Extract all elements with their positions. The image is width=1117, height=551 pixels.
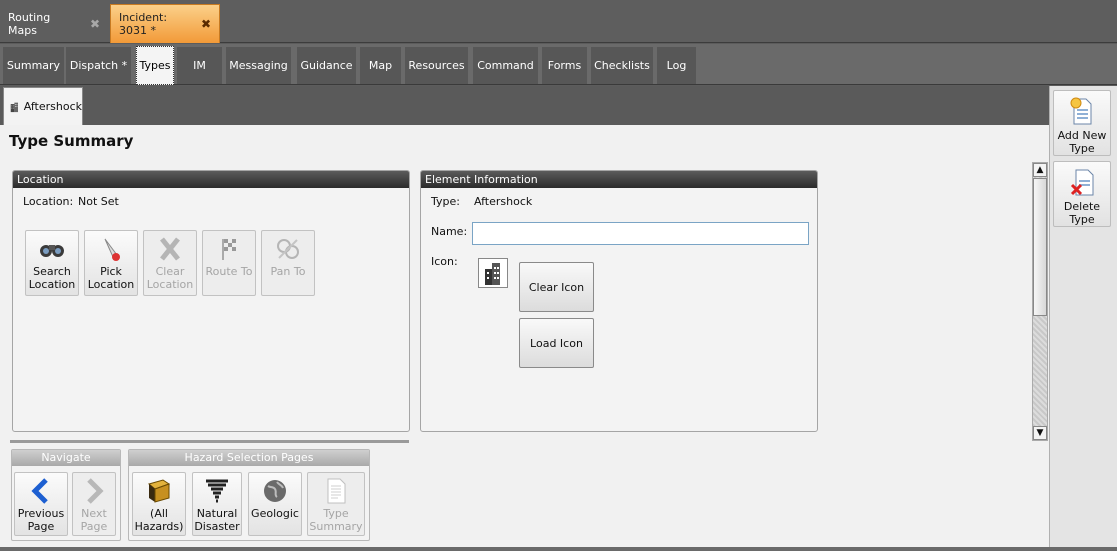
- pan-icon: [277, 239, 299, 259]
- clear-icon-button[interactable]: Clear Icon: [519, 262, 594, 312]
- name-field[interactable]: [472, 222, 809, 245]
- location-panel-header: Location: [13, 171, 409, 188]
- tab-map[interactable]: Map: [360, 47, 402, 84]
- geologic-label: Geologic: [251, 507, 299, 520]
- natural-disaster-button[interactable]: Natural Disaster: [192, 472, 242, 536]
- type-summary-button[interactable]: Type Summary: [307, 472, 365, 536]
- type-tab-label: Aftershock: [23, 100, 82, 113]
- element-information-panel: Element Information Type: Aftershock Nam…: [420, 170, 818, 432]
- close-icon[interactable]: ✖: [201, 17, 211, 31]
- tab-messaging[interactable]: Messaging: [226, 47, 292, 84]
- search-location-label: Search Location: [28, 265, 76, 291]
- globe-icon: [264, 480, 286, 502]
- tab-command[interactable]: Command: [473, 47, 539, 84]
- tab-im[interactable]: IM: [177, 47, 223, 84]
- icon-label: Icon:: [431, 255, 458, 268]
- natural-disaster-label: Natural Disaster: [194, 507, 240, 533]
- type-icon-preview: [478, 258, 508, 288]
- checkered-flag-icon: [222, 239, 236, 260]
- tab-guidance[interactable]: Guidance: [297, 47, 357, 84]
- type-value: Aftershock: [474, 195, 533, 208]
- window-bottom-border: [0, 547, 1117, 551]
- doc-tab-incident[interactable]: Incident: 3031 * ✖: [110, 4, 220, 43]
- page-title: Type Summary: [9, 132, 134, 150]
- type-summary-label: Type Summary: [309, 507, 363, 533]
- hazard-selection-group: Hazard Selection Pages (All Hazards) Nat…: [128, 449, 370, 541]
- pick-location-button[interactable]: Pick Location: [84, 230, 138, 296]
- load-icon-button[interactable]: Load Icon: [519, 318, 594, 368]
- building-icon: [10, 102, 19, 112]
- pointer-pick-icon: [104, 238, 120, 261]
- type-tabbar: Aftershock: [0, 86, 1049, 125]
- previous-page-label: Previous Page: [17, 507, 65, 533]
- route-to-label: Route To: [205, 265, 253, 278]
- incident-nav-tabbar: Summary Dispatch * Types IM Messaging Gu…: [0, 44, 1117, 85]
- all-hazards-label: (All Hazards): [134, 507, 184, 533]
- vertical-scrollbar[interactable]: ▲ ▼: [1032, 162, 1048, 441]
- tab-dispatch[interactable]: Dispatch *: [66, 47, 132, 84]
- name-label: Name:: [431, 225, 468, 238]
- tab-types[interactable]: Types: [136, 46, 174, 85]
- tornado-icon: [206, 479, 228, 503]
- arrow-left-icon: [31, 478, 48, 504]
- add-document-icon: [1070, 97, 1092, 125]
- clear-x-icon: [160, 237, 180, 261]
- doc-tab-label: Routing Maps: [8, 10, 51, 37]
- document-icon: [327, 478, 346, 504]
- delete-type-button[interactable]: Delete Type: [1053, 161, 1111, 227]
- scroll-up-icon[interactable]: ▲: [1033, 163, 1047, 177]
- type-label: Type:: [431, 195, 460, 208]
- clear-location-button[interactable]: Clear Location: [143, 230, 197, 296]
- next-page-label: Next Page: [80, 507, 108, 533]
- add-new-type-label: Add New Type: [1057, 129, 1107, 155]
- hazard-group-header: Hazard Selection Pages: [129, 450, 369, 466]
- type-tab-aftershock[interactable]: Aftershock: [3, 87, 83, 125]
- pan-to-button[interactable]: Pan To: [261, 230, 315, 296]
- divider: [10, 440, 409, 443]
- navigate-group: Navigate Previous Page Next Page: [11, 449, 121, 541]
- tab-checklists[interactable]: Checklists: [591, 47, 654, 84]
- route-to-button[interactable]: Route To: [202, 230, 256, 296]
- tab-resources[interactable]: Resources: [405, 47, 469, 84]
- pick-location-label: Pick Location: [87, 265, 135, 291]
- doc-tab-routing-maps[interactable]: Routing Maps ✖: [0, 4, 108, 43]
- tab-summary[interactable]: Summary: [3, 47, 65, 84]
- navigate-group-header: Navigate: [12, 450, 120, 466]
- book-icon: [147, 479, 171, 503]
- tab-log[interactable]: Log: [657, 47, 697, 84]
- type-summary-page: Type Summary Location Location: Not Set …: [0, 125, 1049, 551]
- doc-tab-label: Incident: 3031 *: [119, 11, 168, 37]
- delete-type-label: Delete Type: [1063, 200, 1101, 226]
- scroll-thumb[interactable]: [1033, 178, 1047, 316]
- arrow-right-icon: [87, 478, 104, 504]
- location-panel: Location Location: Not Set Search Locati…: [12, 170, 410, 432]
- delete-document-icon: [1070, 169, 1094, 196]
- binoculars-icon: [40, 245, 64, 257]
- previous-page-button[interactable]: Previous Page: [14, 472, 68, 536]
- close-icon[interactable]: ✖: [90, 17, 100, 31]
- element-panel-header: Element Information: [421, 171, 817, 188]
- clear-location-label: Clear Location: [146, 265, 194, 291]
- all-hazards-button[interactable]: (All Hazards): [132, 472, 186, 536]
- location-label: Location:: [23, 195, 74, 208]
- geologic-button[interactable]: Geologic: [248, 472, 302, 536]
- pan-to-label: Pan To: [270, 265, 306, 278]
- location-value: Not Set: [78, 195, 119, 208]
- type-command-panel: Add New Type Delete Type: [1049, 86, 1117, 551]
- add-new-type-button[interactable]: Add New Type: [1053, 90, 1111, 156]
- building-icon: [485, 263, 500, 285]
- tab-forms[interactable]: Forms: [542, 47, 588, 84]
- document-tabbar: Routing Maps ✖ Incident: 3031 * ✖: [0, 0, 1117, 43]
- next-page-button[interactable]: Next Page: [72, 472, 116, 536]
- scroll-down-icon[interactable]: ▼: [1033, 426, 1047, 440]
- search-location-button[interactable]: Search Location: [25, 230, 79, 296]
